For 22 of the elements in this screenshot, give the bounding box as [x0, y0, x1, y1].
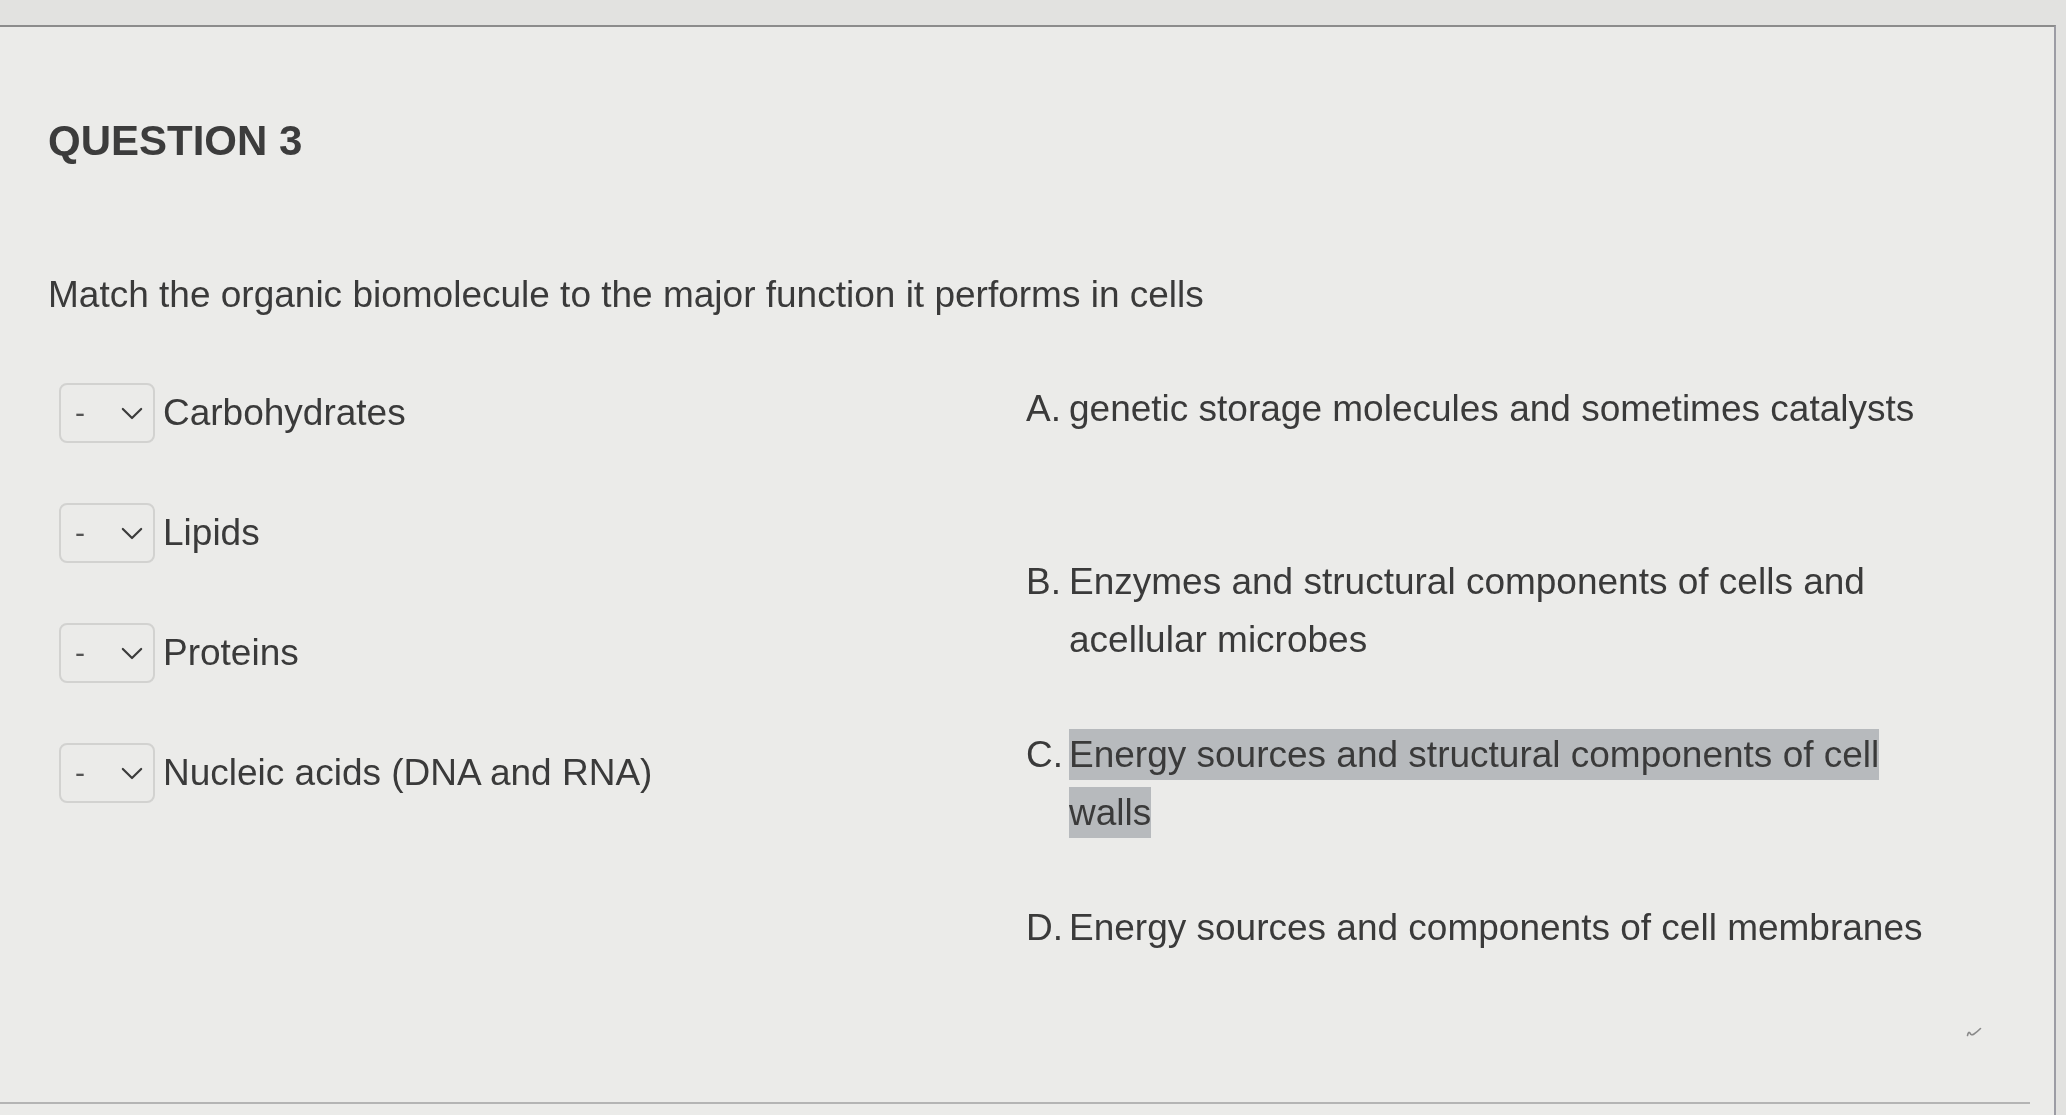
question-prompt: Match the organic biomolecule to the major function it performs in cells	[48, 273, 1204, 317]
option-letter: A.	[1026, 387, 1062, 431]
question-title: QUESTION 3	[48, 116, 303, 166]
term-label: Lipids	[163, 511, 260, 555]
answer-dropdown[interactable]: -	[59, 503, 155, 563]
option-letter: C.	[1026, 733, 1064, 777]
chevron-down-icon	[121, 646, 143, 660]
term-label: Nucleic acids (DNA and RNA)	[163, 751, 653, 795]
answer-dropdown[interactable]: -	[59, 743, 155, 803]
chevron-down-icon	[121, 526, 143, 540]
term-label: Proteins	[163, 631, 299, 675]
option-text: Energy sources and components of cell membranes	[1069, 906, 1923, 950]
chevron-down-icon	[121, 406, 143, 420]
term-label: Carbohydrates	[163, 391, 406, 435]
answer-dropdown[interactable]: -	[59, 383, 155, 443]
option-letter: B.	[1026, 560, 1062, 604]
option-text: genetic storage molecules and sometimes catalysts	[1069, 387, 1915, 431]
option-letter: D.	[1026, 906, 1064, 950]
scribble-icon	[1966, 1027, 1982, 1037]
chevron-down-icon	[121, 766, 143, 780]
answer-dropdown[interactable]: -	[59, 623, 155, 683]
option-text: Enzymes and structural components of cells and acellular microbes	[1069, 560, 1866, 662]
